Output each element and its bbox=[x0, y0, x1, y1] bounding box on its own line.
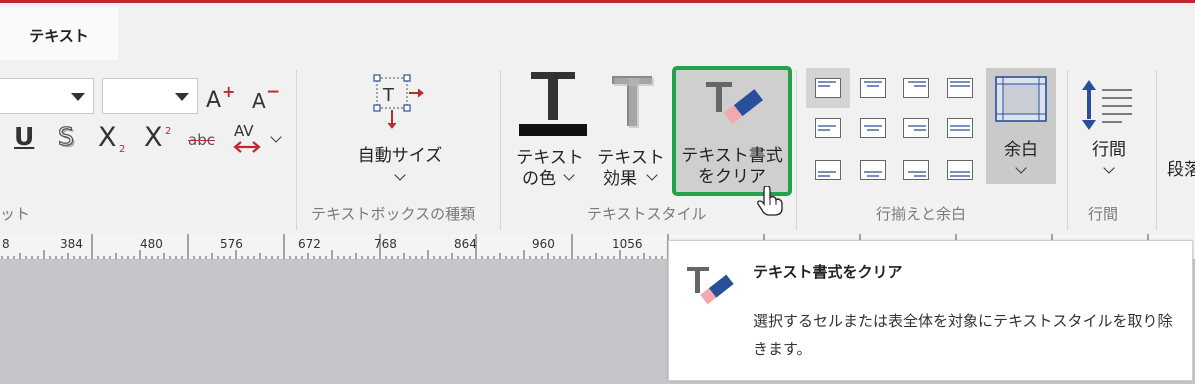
svg-text:T: T bbox=[382, 85, 395, 106]
group-separator bbox=[1156, 70, 1157, 230]
ruler-number: 768 bbox=[374, 237, 397, 251]
chevron-down-icon bbox=[1015, 162, 1027, 174]
group-separator bbox=[500, 70, 501, 230]
clear-format-icon bbox=[687, 267, 734, 305]
group-separator bbox=[296, 70, 297, 230]
margin-label: 余白 bbox=[1004, 140, 1038, 160]
line-spacing-label: 行間 bbox=[1092, 140, 1126, 160]
increase-font-label: A bbox=[206, 88, 222, 113]
spacing-group-label: 行間 bbox=[1088, 205, 1119, 223]
minus-icon: − bbox=[266, 82, 281, 102]
align-top-left-icon[interactable] bbox=[815, 78, 841, 98]
align-middle-justify-icon[interactable] bbox=[947, 118, 973, 138]
text-color-button[interactable]: テキスト の色 bbox=[513, 66, 589, 196]
ruler-number: 960 bbox=[532, 237, 555, 251]
text-effect-label-2: 効果 bbox=[603, 169, 637, 189]
ribbon: A + A − U S X 2 X 2 abc AV ット T 自動サイズ テキ… bbox=[0, 60, 1195, 234]
subscript-label: X bbox=[98, 122, 117, 153]
ruler-number: 8 bbox=[2, 237, 10, 251]
ribbon-tab-bar: テキスト bbox=[0, 3, 1195, 63]
hand-cursor-icon bbox=[757, 186, 783, 216]
shadow-button[interactable]: S bbox=[57, 121, 84, 156]
align-bottom-right-icon[interactable] bbox=[903, 160, 929, 180]
ruler-number: 480 bbox=[140, 237, 163, 251]
clear-text-format-button[interactable]: テキスト書式 をクリア bbox=[672, 66, 792, 196]
character-spacing-button[interactable]: AV bbox=[232, 122, 266, 156]
ruler-number: 672 bbox=[298, 237, 321, 251]
align-middle-center-icon[interactable] bbox=[860, 118, 886, 138]
align-top-right-icon[interactable] bbox=[903, 78, 929, 98]
margin-button[interactable]: 余白 bbox=[986, 68, 1056, 184]
subscript-mark: 2 bbox=[119, 144, 126, 155]
superscript-button[interactable]: X 2 bbox=[144, 122, 178, 156]
chevron-down-icon[interactable] bbox=[270, 131, 282, 143]
tab-text[interactable]: テキスト bbox=[0, 7, 118, 63]
group-separator bbox=[796, 70, 797, 230]
textbox-group-label: テキストボックスの種類 bbox=[311, 205, 476, 223]
ruler-number: 864 bbox=[454, 237, 477, 251]
chevron-down-icon[interactable] bbox=[175, 93, 189, 101]
text-color-icon bbox=[519, 72, 587, 136]
align-top-justify-icon[interactable] bbox=[947, 78, 973, 98]
autosize-button[interactable]: T 自動サイズ bbox=[345, 66, 455, 194]
double-arrow-icon bbox=[233, 141, 261, 153]
line-spacing-button[interactable]: 行間 bbox=[1076, 68, 1142, 188]
plus-icon: + bbox=[222, 82, 236, 101]
ruler-number: 576 bbox=[220, 237, 243, 251]
underline-label: U bbox=[14, 122, 35, 151]
group-separator bbox=[1067, 70, 1068, 230]
text-effect-button[interactable]: テキスト 効果 bbox=[596, 66, 666, 196]
font-group-label: ット bbox=[0, 205, 31, 223]
shadow-label: S bbox=[57, 121, 74, 151]
chevron-down-icon[interactable] bbox=[71, 93, 85, 101]
text-effect-label-1: テキスト bbox=[597, 148, 665, 168]
text-effect-icon bbox=[612, 76, 654, 128]
tooltip-body: 選択するセルまたは表全体を対象にテキストスタイルを取り除きます。 bbox=[753, 312, 1173, 358]
clear-format-icon bbox=[706, 82, 764, 125]
align-bottom-left-icon[interactable] bbox=[815, 160, 841, 180]
chevron-down-icon bbox=[646, 169, 658, 181]
decrease-font-label: A bbox=[252, 89, 266, 113]
paragraph-button-label[interactable]: 段落 bbox=[1167, 160, 1195, 181]
subscript-button[interactable]: X 2 bbox=[98, 122, 132, 156]
underline-button[interactable]: U bbox=[14, 122, 40, 156]
strikethrough-label: abc bbox=[188, 131, 215, 149]
margin-icon bbox=[995, 76, 1047, 122]
align-bottom-center-icon[interactable] bbox=[860, 160, 886, 180]
superscript-label: X bbox=[144, 122, 163, 153]
clear-format-label-1: テキスト書式 bbox=[681, 146, 783, 166]
increase-font-button[interactable]: A + bbox=[206, 82, 235, 114]
textstyle-group-label: テキストスタイル bbox=[587, 205, 707, 223]
chevron-down-icon bbox=[1103, 162, 1115, 174]
clear-format-tooltip: テキスト書式をクリア 選択するセルまたは表全体を対象にテキストスタイルを取り除き… bbox=[668, 240, 1193, 381]
font-size-combo[interactable] bbox=[102, 78, 198, 114]
decrease-font-button[interactable]: A − bbox=[252, 82, 280, 114]
text-color-label-2: の色 bbox=[522, 169, 556, 189]
align-middle-right-icon[interactable] bbox=[903, 118, 929, 138]
font-name-combo[interactable] bbox=[0, 78, 94, 114]
line-spacing-icon bbox=[1082, 80, 1132, 130]
align-middle-left-icon[interactable] bbox=[815, 118, 841, 138]
autosize-icon: T bbox=[373, 74, 424, 129]
strikethrough-button[interactable]: abc bbox=[188, 130, 222, 154]
tooltip-title: テキスト書式をクリア bbox=[753, 263, 903, 281]
ruler-number: 384 bbox=[60, 237, 83, 251]
align-bottom-justify-icon[interactable] bbox=[947, 160, 973, 180]
text-color-label-1: テキスト bbox=[516, 148, 584, 168]
superscript-mark: 2 bbox=[165, 126, 172, 137]
align-group-label: 行揃えと余白 bbox=[876, 205, 967, 223]
chevron-down-icon bbox=[563, 169, 575, 181]
chevron-down-icon bbox=[394, 169, 406, 181]
autosize-label: 自動サイズ bbox=[357, 146, 443, 166]
align-top-center-icon[interactable] bbox=[860, 78, 886, 98]
clear-format-label-2: をクリア bbox=[698, 167, 766, 187]
ruler-number: 1056 bbox=[612, 237, 643, 251]
character-spacing-label: AV bbox=[234, 122, 254, 140]
